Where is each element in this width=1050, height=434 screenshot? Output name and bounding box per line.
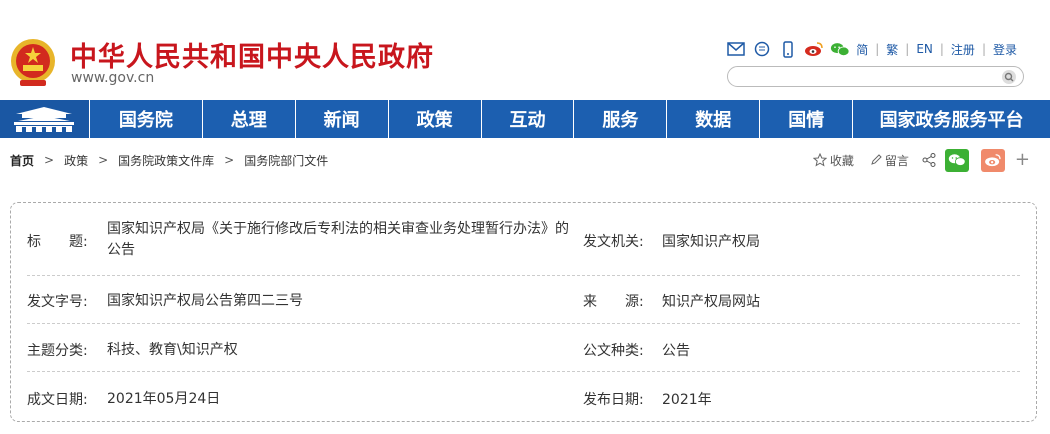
share-icon	[922, 153, 936, 167]
topic-value: 科技、教育\知识产权	[107, 342, 238, 358]
wechat-share-button[interactable]	[944, 148, 969, 172]
simplified-chinese-link[interactable]: 简	[856, 41, 868, 58]
chevron-right-icon: >	[98, 153, 109, 167]
search-input[interactable]	[738, 68, 998, 88]
source-value: 知识产权局网站	[662, 294, 760, 310]
favorite-button[interactable]: 收藏	[812, 152, 854, 169]
docno-value: 国家知识产权局公告第四二三号	[107, 293, 303, 309]
breadcrumb-home[interactable]: 首页	[10, 152, 34, 169]
site-url[interactable]: www.gov.cn	[71, 70, 154, 86]
breadcrumb-department-documents[interactable]: 国务院部门文件	[244, 152, 328, 169]
nav-item-policy[interactable]: 政策	[389, 100, 482, 138]
date-label: 成文日期:	[27, 392, 88, 408]
mobile-icon[interactable]	[778, 40, 798, 58]
message-icon[interactable]	[752, 40, 772, 58]
nav-home[interactable]	[0, 100, 90, 138]
title-value: 国家知识产权局《关于施行修改后专利法的相关审查业务处理暂行办法》的公告	[107, 221, 569, 258]
mail-icon[interactable]	[726, 40, 746, 58]
breadcrumb: 首页 > 政策 > 国务院政策文件库 > 国务院部门文件	[10, 150, 328, 170]
row-divider	[27, 275, 1020, 276]
chevron-right-icon: >	[224, 153, 235, 167]
nav-item-data[interactable]: 数据	[667, 100, 761, 138]
issuer-label: 发文机关:	[583, 234, 644, 250]
site-title[interactable]: 中华人民共和国中央人民政府	[70, 35, 434, 74]
weibo-icon[interactable]	[804, 40, 824, 58]
topic-label: 主题分类:	[27, 343, 88, 359]
type-value: 公告	[662, 343, 690, 359]
wechat-icon	[948, 154, 966, 166]
info-row-title: 标 题: 国家知识产权局《关于施行修改后专利法的相关审查业务处理暂行办法》的公告…	[27, 217, 1020, 265]
document-info-panel: 标 题: 国家知识产权局《关于施行修改后专利法的相关审查业务处理暂行办法》的公告…	[10, 202, 1037, 422]
nav-item-service-platform[interactable]: 国家政务服务平台	[853, 100, 1050, 138]
source-label: 来 源:	[583, 294, 644, 310]
pubdate-value: 2021年	[662, 392, 712, 408]
row-divider	[27, 323, 1020, 324]
pubdate-label: 发布日期:	[583, 392, 644, 408]
nav-item-state-council[interactable]: 国务院	[90, 100, 203, 138]
login-link[interactable]: 登录	[993, 41, 1017, 58]
weibo-share-button[interactable]	[980, 148, 1005, 172]
traditional-chinese-link[interactable]: 繁	[886, 41, 898, 58]
separator: |	[981, 42, 986, 56]
breadcrumb-policy[interactable]: 政策	[64, 152, 88, 169]
english-link[interactable]: EN	[916, 42, 933, 56]
comment-button[interactable]: 留言	[870, 152, 909, 169]
register-link[interactable]: 注册	[951, 41, 975, 58]
share-button[interactable]	[921, 152, 937, 168]
row-divider	[27, 371, 1020, 372]
type-label: 公文种类:	[583, 343, 644, 359]
breadcrumb-policy-library[interactable]: 国务院政策文件库	[118, 152, 214, 169]
separator: |	[939, 42, 944, 56]
tiananmen-icon	[14, 107, 75, 132]
docno-label: 发文字号:	[27, 294, 88, 310]
comment-label: 留言	[884, 153, 909, 168]
header-tools: 简 | 繁 | EN | 注册 | 登录	[726, 40, 1017, 58]
site-header: 中华人民共和国中央人民政府 www.gov.cn 简 | 繁 | EN | 注册…	[0, 0, 1050, 100]
date-value: 2021年05月24日	[107, 391, 221, 407]
weibo-icon	[985, 154, 1001, 167]
search-icon[interactable]	[1001, 69, 1017, 85]
separator: |	[875, 42, 880, 56]
chevron-right-icon: >	[44, 153, 55, 167]
pencil-icon	[871, 154, 882, 165]
nav-item-premier[interactable]: 总理	[203, 100, 296, 138]
nav-item-national-conditions[interactable]: 国情	[760, 100, 854, 138]
title-label: 标 题:	[27, 234, 88, 250]
wechat-icon[interactable]	[830, 40, 850, 58]
favorite-label: 收藏	[829, 153, 854, 168]
search-box	[727, 66, 1024, 88]
main-nav: 国务院 总理 新闻 政策 互动 服务 数据 国情 国家政务服务平台	[0, 100, 1050, 138]
national-emblem-icon	[11, 39, 55, 86]
star-icon	[812, 153, 827, 167]
nav-item-interaction[interactable]: 互动	[482, 100, 575, 138]
more-share-button[interactable]: +	[1015, 151, 1030, 169]
nav-item-news[interactable]: 新闻	[296, 100, 389, 138]
nav-item-services[interactable]: 服务	[574, 100, 668, 138]
issuer-value: 国家知识产权局	[662, 234, 760, 250]
page-actions: 收藏 留言 +	[812, 148, 1030, 172]
separator: |	[905, 42, 910, 56]
